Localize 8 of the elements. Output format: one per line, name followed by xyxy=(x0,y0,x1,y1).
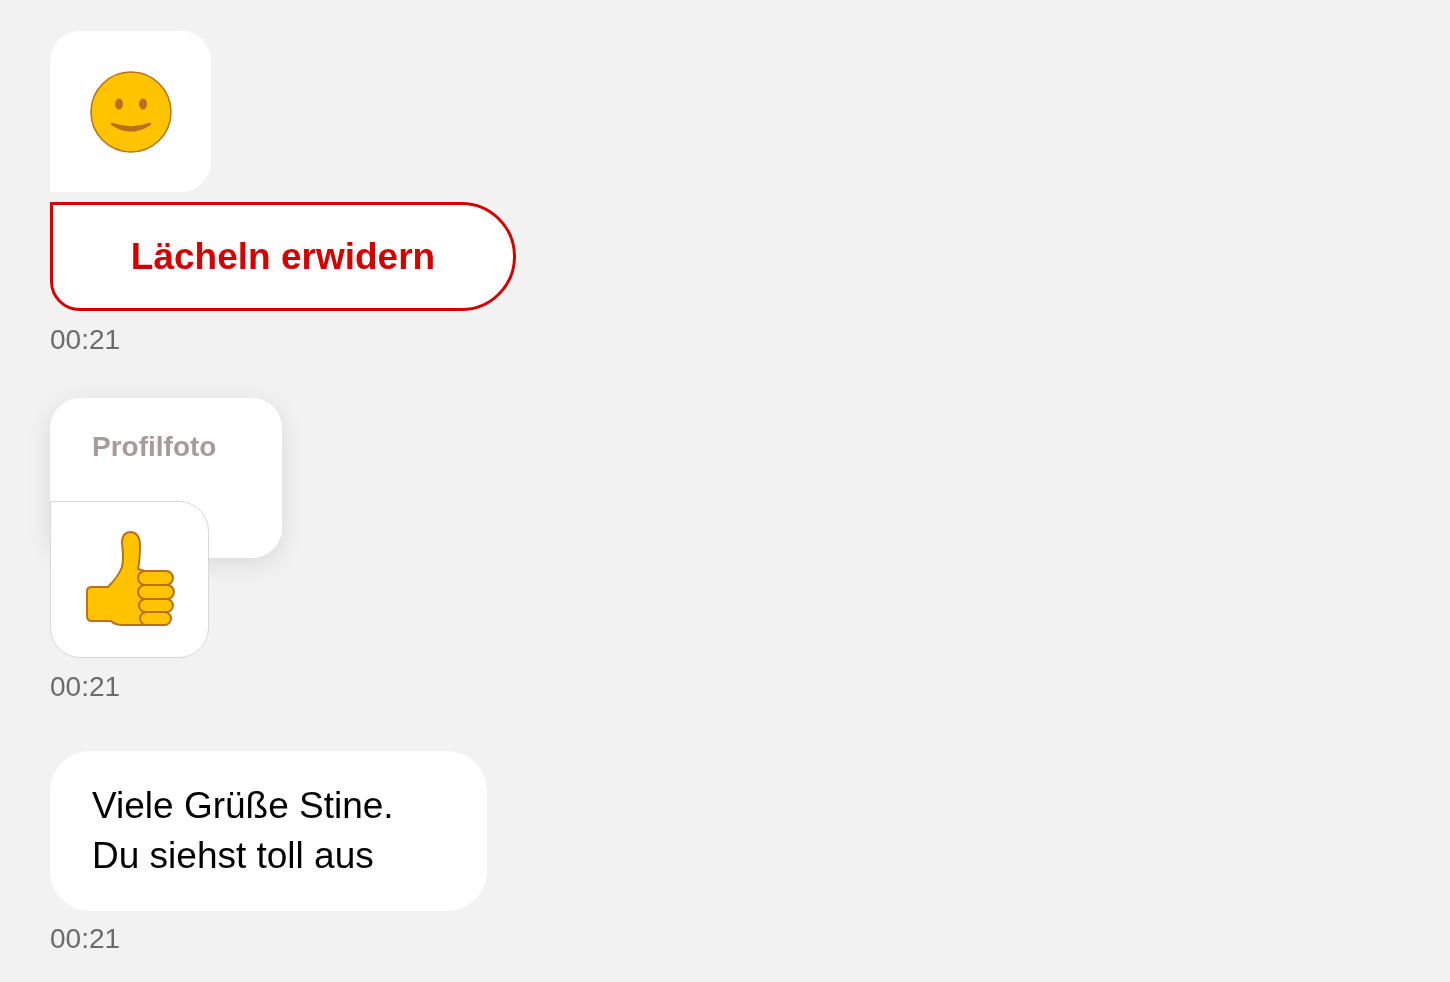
photo-label: Profilfoto xyxy=(92,430,218,464)
timestamp: 00:21 xyxy=(50,923,121,955)
smiley-icon xyxy=(89,70,172,153)
timestamp: 00:21 xyxy=(50,324,121,356)
timestamp: 00:21 xyxy=(50,671,121,703)
message-text: Viele Grüße Stine. Du siehst toll aus xyxy=(92,784,394,878)
smile-back-button[interactable]: Lächeln erwidern xyxy=(50,202,516,311)
thumbs-up-icon xyxy=(84,530,175,629)
